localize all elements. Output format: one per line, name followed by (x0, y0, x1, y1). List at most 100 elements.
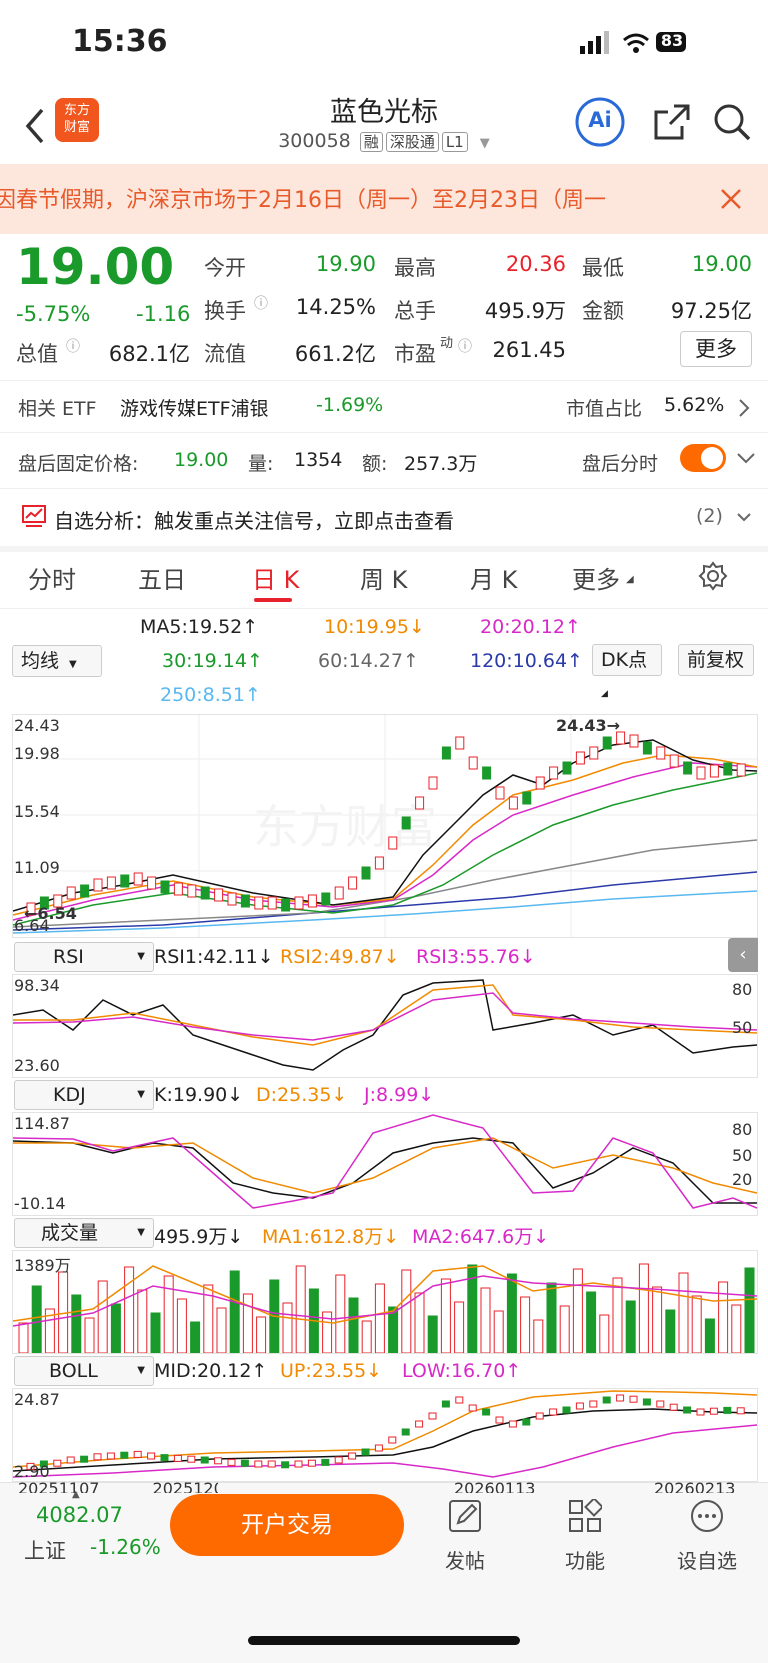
volume-bar (665, 1309, 676, 1354)
volume-bar (414, 1292, 425, 1354)
chevron-down-icon[interactable] (736, 452, 756, 466)
kdj-ref-20: 20 (732, 1170, 753, 1189)
kdj-ref-80: 80 (732, 1120, 753, 1139)
candle (93, 878, 103, 892)
ma20-value: 20:20.12↑ (480, 616, 581, 638)
candle (642, 741, 652, 755)
volume-bar (691, 1295, 702, 1354)
tab-weekly-k[interactable]: 周 K (360, 560, 407, 595)
mktcap-label: 总值 (16, 342, 58, 366)
more-button[interactable]: 更多 (680, 331, 752, 367)
boll-candle (549, 1408, 558, 1416)
rsi-panel[interactable] (12, 974, 758, 1078)
boll-selector[interactable]: BOLL ▼ (14, 1356, 154, 1386)
volume-value: 495.9万 (484, 299, 566, 323)
boll-candle (374, 1444, 383, 1452)
ma30-value: 30:19.14↑ (162, 650, 263, 672)
volume-bar (97, 1280, 108, 1354)
volume-panel[interactable] (12, 1250, 758, 1354)
boll-candle (133, 1450, 142, 1458)
info-icon[interactable]: ⓘ (66, 336, 80, 356)
rsi-y-top: 98.34 (14, 976, 60, 995)
divider (0, 488, 768, 489)
holiday-banner[interactable]: 因春节假期，沪深京市场于2月16日（周一）至2月23日（周一 (0, 164, 768, 234)
afterhours-toggle[interactable] (680, 444, 726, 472)
watchlist-label[interactable]: 设自选 (662, 1545, 752, 1574)
afterhours-vol-label: 量: (248, 453, 274, 475)
tab-more[interactable]: 更多 (572, 560, 620, 595)
grid-icon[interactable] (568, 1499, 602, 1533)
tab-daily-k[interactable]: 日 K (252, 560, 299, 595)
collapse-tab-icon[interactable]: ‹ (728, 938, 758, 972)
volume-bar (216, 1307, 227, 1354)
candle (147, 876, 157, 890)
trade-button[interactable]: 开户交易 (170, 1494, 404, 1556)
info-icon[interactable]: ⓘ (458, 336, 472, 356)
tab-five-day[interactable]: 五日 (138, 560, 186, 595)
candle (388, 836, 398, 850)
close-icon[interactable] (720, 188, 742, 210)
dropdown-triangle-icon[interactable]: ▼ (480, 136, 490, 151)
kdj-chart (12, 1114, 758, 1209)
boll-mid: MID:20.12↑ (154, 1360, 268, 1382)
boll-up: UP:23.55↓ (280, 1360, 383, 1382)
candle (629, 734, 639, 748)
volume-bar (652, 1286, 663, 1354)
boll-panel[interactable] (12, 1388, 758, 1482)
kdj-d-value: D:25.35↓ (256, 1084, 348, 1106)
rsi-selector[interactable]: RSI ▼ (14, 942, 154, 972)
chevron-down-icon[interactable] (736, 512, 752, 524)
volume-selector[interactable]: 成交量 ▼ (14, 1218, 154, 1248)
etf-name[interactable]: 游戏传媒ETF浦银 (120, 394, 269, 421)
edit-icon[interactable] (448, 1499, 482, 1533)
dk-button[interactable]: DK点◢ (592, 644, 662, 699)
volume-bar (335, 1274, 346, 1354)
candle (468, 756, 478, 770)
stock-code: 300058 (278, 130, 351, 152)
adjust-button[interactable]: 前复权 (678, 644, 754, 676)
dk-label: DK点 (601, 649, 648, 671)
index-value[interactable]: 4082.07 (36, 1503, 123, 1527)
volume-bar (190, 1321, 201, 1354)
volume-bar (493, 1310, 504, 1354)
boll-candle (214, 1457, 223, 1465)
boll-candle (147, 1452, 156, 1460)
boll-candle (683, 1406, 692, 1414)
volume-bar (546, 1282, 557, 1354)
kline-panel[interactable]: 东方财富 (12, 714, 758, 938)
ma-selector[interactable]: 均线 ▼ (12, 645, 102, 677)
rsi-ref-80: 80 (732, 980, 753, 999)
open-value: 19.90 (315, 252, 376, 276)
candle (66, 886, 76, 900)
more-dots-icon[interactable] (690, 1499, 724, 1533)
volume-bar (374, 1283, 385, 1354)
amount-value: 97.25亿 (670, 299, 752, 323)
home-indicator[interactable] (248, 1636, 520, 1645)
kline-y-2: 19.98 (14, 744, 60, 763)
kdj-j-value: J:8.99↓ (364, 1084, 435, 1106)
stock-name: 蓝色光标 (330, 97, 438, 128)
status-bar: 15:36 83 (0, 0, 768, 80)
boll-candle (602, 1396, 611, 1404)
candle (307, 894, 317, 908)
function-label[interactable]: 功能 (540, 1545, 630, 1574)
boll-candle (93, 1453, 102, 1461)
candle (522, 791, 532, 805)
volume-bar (506, 1273, 517, 1354)
settings-icon[interactable] (698, 561, 728, 591)
boll-candle (468, 1404, 477, 1412)
tag-margin: 融 (359, 132, 383, 152)
watch-signal-text[interactable]: 自选分析：触发重点关注信号，立即点击查看 (54, 505, 454, 534)
boll-candle (187, 1455, 196, 1463)
tab-intraday[interactable]: 分时 (28, 560, 76, 595)
kdj-selector[interactable]: KDJ ▼ (14, 1080, 154, 1110)
boll-candle (455, 1396, 464, 1404)
candle (508, 796, 518, 810)
candle (214, 888, 224, 902)
post-label[interactable]: 发帖 (420, 1545, 510, 1574)
tab-monthly-k[interactable]: 月 K (470, 560, 517, 595)
chevron-right-icon[interactable] (738, 398, 750, 418)
kdj-panel[interactable] (12, 1112, 758, 1216)
info-icon[interactable]: ⓘ (254, 293, 268, 313)
candle (669, 754, 679, 768)
